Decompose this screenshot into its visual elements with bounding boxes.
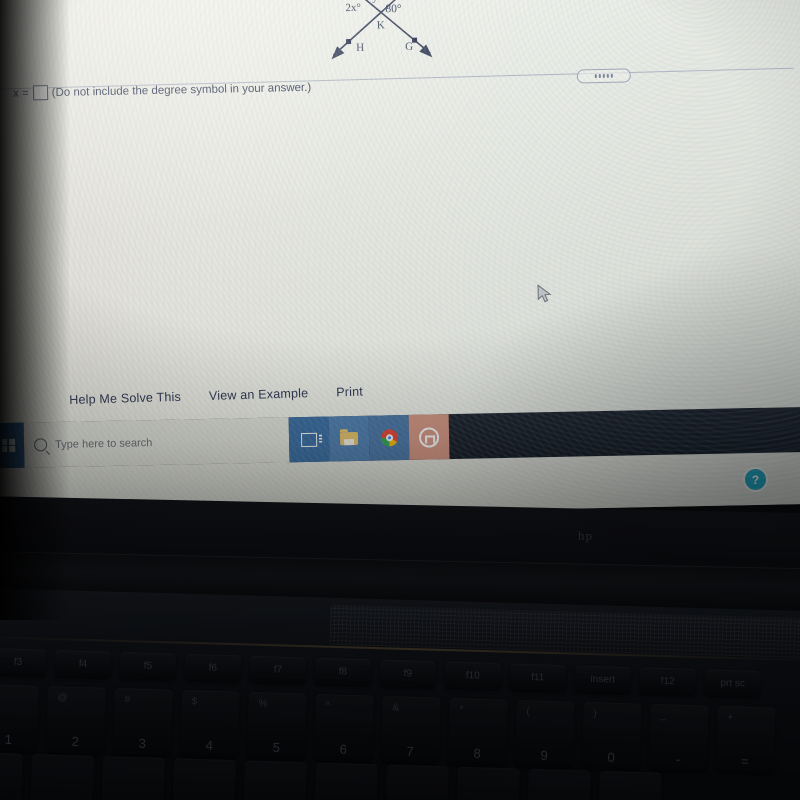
key-1[interactable]: !1: [0, 684, 39, 752]
grip-dot: [607, 73, 609, 78]
figure-angle-2x: 2x°: [345, 2, 361, 14]
hp-brand-logo: hp: [578, 528, 593, 543]
key-f7[interactable]: f7: [249, 655, 307, 684]
key-i[interactable]: I: [455, 766, 520, 800]
view-an-example-button[interactable]: View an Example: [209, 386, 309, 403]
key-8[interactable]: * 8: [447, 697, 508, 766]
divider-grip-handle[interactable]: [576, 68, 631, 84]
key-2[interactable]: @2: [45, 686, 106, 754]
key-y[interactable]: Y: [313, 762, 378, 800]
key-f11[interactable]: f11: [509, 663, 567, 692]
start-button[interactable]: [0, 422, 25, 469]
key-p[interactable]: P: [597, 770, 662, 800]
key-f5[interactable]: f5: [119, 651, 177, 680]
key-f12[interactable]: f12: [639, 667, 697, 695]
grip-dot: [611, 73, 613, 78]
figure-angle-80: 80°: [385, 3, 402, 15]
figure-label-H: H: [356, 42, 364, 54]
key-4[interactable]: $4: [179, 689, 240, 758]
key-f10[interactable]: f10: [444, 661, 502, 690]
figure-angle-y: y°: [372, 0, 382, 4]
key-e[interactable]: E: [100, 756, 165, 800]
key-equals[interactable]: + =: [715, 705, 776, 774]
windows-logo-icon: [1, 438, 15, 453]
key-6[interactable]: ^ 6: [313, 693, 374, 762]
key-0[interactable]: ) 0: [581, 701, 642, 770]
screenshot-root: Find the value of the variable.: [0, 0, 800, 800]
key-w[interactable]: W: [29, 754, 95, 800]
variable-label: x =: [12, 86, 29, 100]
key-3[interactable]: #3: [112, 687, 173, 756]
key-f9[interactable]: f9: [379, 659, 437, 688]
taskbar-pinned-icons: [288, 414, 450, 463]
laptop-screen: Find the value of the variable.: [0, 0, 800, 521]
education-app-icon[interactable]: [408, 414, 450, 460]
search-icon: [33, 438, 48, 452]
key-r[interactable]: R: [171, 758, 236, 800]
key-5[interactable]: % 5: [246, 691, 307, 760]
geometry-figure: J F H G K 2x° y° 80°: [317, 0, 444, 70]
grip-dot: [598, 74, 601, 79]
file-explorer-icon[interactable]: [328, 415, 370, 462]
key-f4[interactable]: f4: [54, 649, 112, 678]
key-o[interactable]: O: [526, 768, 591, 800]
key-u[interactable]: U: [384, 764, 449, 800]
task-view-icon[interactable]: [288, 416, 330, 463]
key-f6[interactable]: f6: [184, 653, 242, 682]
key-prt-sc[interactable]: prt sc: [704, 669, 762, 697]
search-input[interactable]: Type here to search: [55, 437, 152, 451]
answer-input[interactable]: [32, 85, 48, 101]
key-t[interactable]: T: [242, 760, 307, 800]
key-f8[interactable]: f8: [314, 657, 372, 686]
figure-label-G: G: [405, 41, 413, 53]
help-badge[interactable]: ?: [742, 466, 769, 493]
chrome-icon[interactable]: [368, 414, 410, 461]
key-f3[interactable]: f3: [0, 648, 47, 676]
key-insert[interactable]: insert: [574, 665, 632, 694]
key-9[interactable]: (9: [514, 699, 575, 768]
grip-dot: [602, 73, 605, 78]
key-q[interactable]: Q: [0, 752, 24, 800]
figure-label-K: K: [377, 19, 385, 31]
mouse-cursor: [537, 284, 553, 309]
key-7[interactable]: & 7: [380, 695, 441, 764]
key-minus[interactable]: _ -: [648, 703, 709, 772]
taskbar-search-box[interactable]: Type here to search: [23, 417, 290, 468]
print-button[interactable]: Print: [336, 385, 363, 400]
grip-dot: [594, 74, 597, 79]
